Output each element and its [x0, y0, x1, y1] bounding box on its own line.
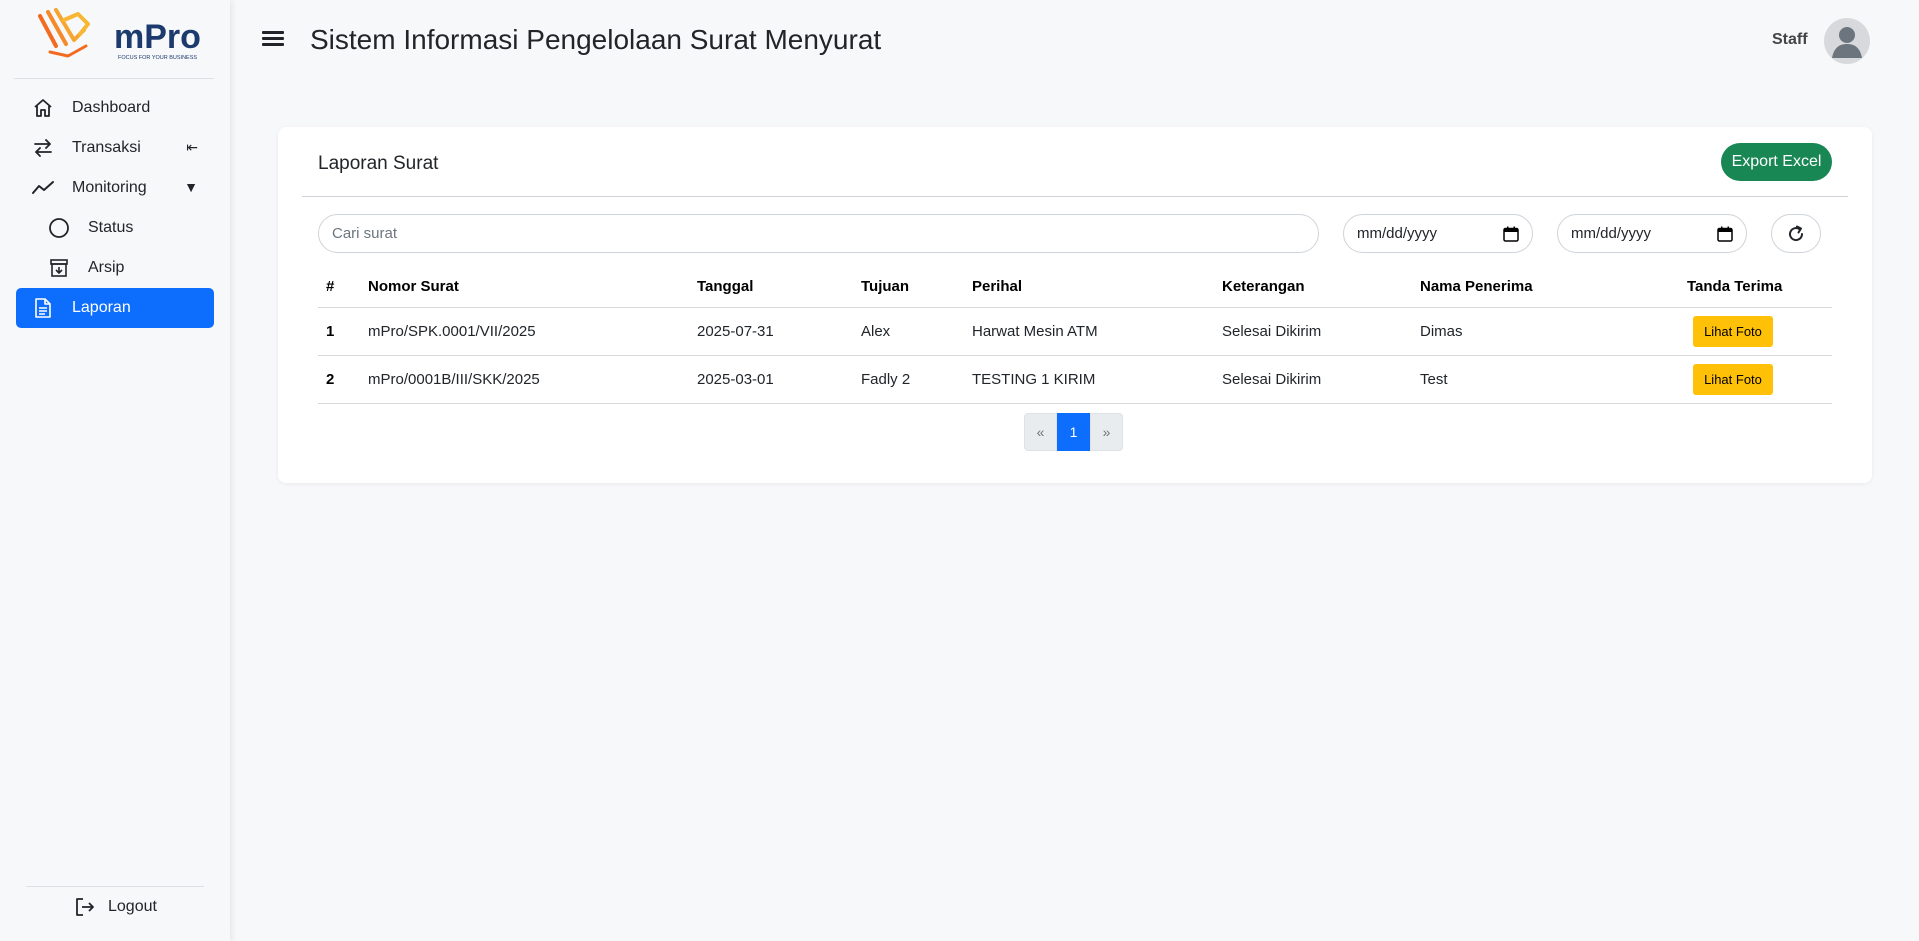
tujuan-cell: Fadly 2: [853, 355, 964, 404]
column-header: Nama Penerima: [1412, 267, 1679, 308]
perihal-cell: TESTING 1 KIRIM: [964, 355, 1214, 404]
brand-tagline: FOCUS FOR YOUR BUSINESS: [118, 55, 197, 61]
table-header-row: # Nomor Surat Tanggal Tujuan Perihal Ket…: [318, 267, 1832, 308]
trend-line-icon: [32, 178, 54, 198]
menu-toggle-icon[interactable]: [262, 28, 286, 50]
date-from-input[interactable]: mm/dd/yyyy: [1343, 214, 1533, 253]
calendar-icon: [1503, 226, 1519, 242]
tanda-terima-cell: Lihat Foto: [1679, 355, 1832, 404]
user-icon: [1832, 27, 1862, 58]
table-row: 2 mPro/0001B/III/SKK/2025 2025-03-01 Fad…: [318, 355, 1832, 404]
report-card: Laporan Surat Export Excel mm/dd/yyyy mm…: [278, 127, 1872, 483]
table-row: 1 mPro/SPK.0001/VII/2025 2025-07-31 Alex…: [318, 307, 1832, 356]
sidebar-item-monitoring[interactable]: Monitoring ▼: [16, 168, 214, 208]
row-number: 2: [318, 355, 360, 404]
tanggal-cell: 2025-07-31: [689, 307, 853, 356]
logout-button[interactable]: Logout: [74, 895, 157, 919]
user-role-label: Staff: [1772, 31, 1808, 48]
penerima-cell: Test: [1412, 355, 1679, 404]
sidebar-item-transaksi[interactable]: Transaksi ⇤: [16, 128, 214, 168]
date-from-placeholder: mm/dd/yyyy: [1357, 225, 1438, 242]
export-excel-button[interactable]: Export Excel: [1721, 143, 1832, 181]
sidebar: mPro FOCUS FOR YOUR BUSINESS Dashboard T…: [0, 0, 230, 941]
sidebar-item-label: Status: [88, 219, 134, 236]
sidebar-item-label: Laporan: [72, 299, 131, 316]
home-icon: [32, 98, 54, 118]
mpro-logo[interactable]: mPro FOCUS FOR YOUR BUSINESS: [34, 6, 204, 64]
lihat-foto-button[interactable]: Lihat Foto: [1693, 363, 1773, 395]
column-header: Tanggal: [689, 267, 853, 308]
logo-divider: [14, 78, 214, 79]
sidebar-item-label: Transaksi: [72, 139, 141, 156]
sidebar-item-label: Arsip: [88, 259, 125, 276]
calendar-icon: [1717, 226, 1733, 242]
sidebar-item-dashboard[interactable]: Dashboard: [16, 88, 214, 128]
circle-icon: [48, 218, 70, 238]
archive-icon: [48, 258, 70, 278]
logout-label: Logout: [108, 898, 157, 915]
sidebar-item-label: Dashboard: [72, 99, 151, 116]
column-header: Keterangan: [1214, 267, 1412, 308]
column-header: Nomor Surat: [360, 267, 689, 308]
keterangan-cell: Selesai Dikirim: [1214, 307, 1412, 356]
collapse-icon[interactable]: ⇤: [186, 139, 198, 156]
penerima-cell: Dimas: [1412, 307, 1679, 356]
column-header: Tujuan: [853, 267, 964, 308]
tujuan-cell: Alex: [853, 307, 964, 356]
tanda-terima-cell: Lihat Foto: [1679, 307, 1832, 356]
sidebar-item-arsip[interactable]: Arsip: [16, 248, 214, 288]
card-divider: [302, 196, 1848, 197]
pagination-prev[interactable]: «: [1024, 413, 1057, 451]
transfer-icon: [32, 138, 54, 158]
keterangan-cell: Selesai Dikirim: [1214, 355, 1412, 404]
logout-icon: [74, 896, 96, 918]
nomor-surat-cell: mPro/0001B/III/SKK/2025: [360, 355, 689, 404]
column-header: Perihal: [964, 267, 1214, 308]
perihal-cell: Harwat Mesin ATM: [964, 307, 1214, 356]
chevron-down-icon[interactable]: ▼: [184, 179, 198, 195]
brand-name: mPro: [114, 18, 201, 56]
report-title: Laporan Surat: [318, 153, 439, 174]
tanggal-cell: 2025-03-01: [689, 355, 853, 404]
column-header: Tanda Terima: [1679, 267, 1832, 308]
pagination-next[interactable]: »: [1090, 413, 1123, 451]
column-header: #: [318, 267, 360, 308]
sidebar-item-label: Monitoring: [72, 179, 147, 196]
pagination-page-1[interactable]: 1: [1057, 413, 1090, 451]
search-input[interactable]: [318, 214, 1319, 253]
sidebar-item-laporan[interactable]: Laporan: [16, 288, 214, 328]
report-table: # Nomor Surat Tanggal Tujuan Perihal Ket…: [318, 267, 1832, 404]
refresh-button[interactable]: [1771, 214, 1821, 253]
document-icon: [32, 298, 54, 318]
nomor-surat-cell: mPro/SPK.0001/VII/2025: [360, 307, 689, 356]
pagination: « 1 »: [1024, 413, 1123, 451]
row-number: 1: [318, 307, 360, 356]
date-to-placeholder: mm/dd/yyyy: [1571, 225, 1652, 242]
refresh-icon: [1789, 225, 1804, 241]
logout-divider: [26, 886, 204, 887]
sidebar-item-status[interactable]: Status: [16, 208, 214, 248]
lihat-foto-button[interactable]: Lihat Foto: [1693, 315, 1773, 347]
avatar[interactable]: [1824, 18, 1870, 64]
date-to-input[interactable]: mm/dd/yyyy: [1557, 214, 1747, 253]
page-title: Sistem Informasi Pengelolaan Surat Menyu…: [310, 24, 882, 55]
